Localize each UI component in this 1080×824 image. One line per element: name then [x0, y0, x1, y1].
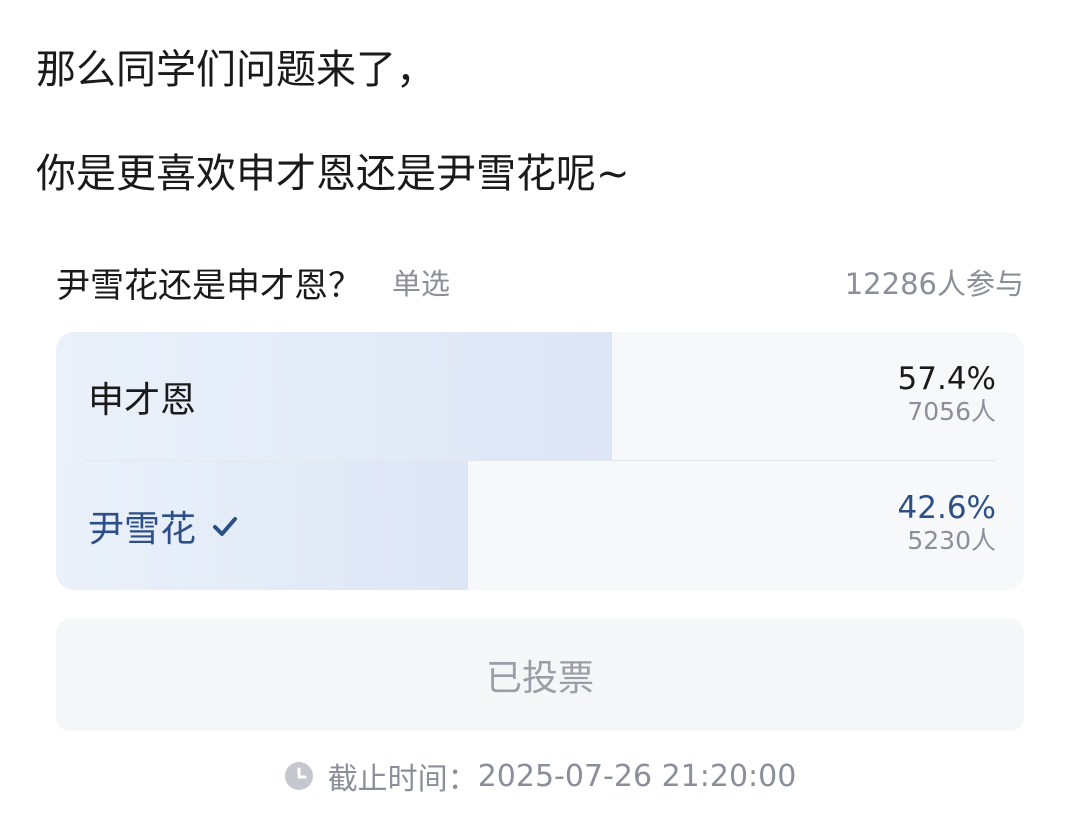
poll-options: 申才恩 57.4% 7056人 尹雪花 42.6% 5230人	[56, 332, 1024, 590]
option-votes: 7056人	[907, 397, 996, 426]
clock-icon	[284, 762, 313, 790]
option-percent: 57.4%	[897, 361, 996, 397]
deadline-value: 2025-07-26 21:20:00	[477, 758, 797, 794]
poll-deadline: 截止时间： 2025-07-26 21:20:00	[0, 754, 1080, 798]
poll-participants: 12286人参与	[844, 267, 1024, 301]
option-label: 申才恩	[88, 332, 196, 461]
option-percent: 42.6%	[897, 490, 996, 526]
poll-option-shencaien[interactable]: 申才恩 57.4% 7056人	[56, 332, 1024, 461]
option-label-text: 申才恩	[88, 379, 197, 421]
poll-title: 尹雪花还是申才恩？	[56, 265, 362, 306]
option-stats: 57.4% 7056人	[898, 362, 996, 428]
option-stats: 42.6% 5230人	[898, 491, 996, 557]
post-text-line-2: 你是更喜欢申才恩还是尹雪花呢~	[36, 151, 630, 197]
poll-type: 单选	[392, 267, 451, 301]
voted-button[interactable]: 已投票	[56, 619, 1024, 731]
option-label-text: 尹雪花	[88, 508, 197, 550]
poll-header: 尹雪花还是申才恩？ 单选 12286人参与	[56, 258, 1024, 306]
poll-option-yinxuehua[interactable]: 尹雪花 42.6% 5230人	[56, 461, 1024, 590]
option-votes: 5230人	[907, 526, 996, 555]
post-text-line-1: 那么同学们问题来了，	[36, 47, 436, 93]
check-icon	[213, 516, 238, 536]
option-label: 尹雪花	[88, 461, 240, 590]
deadline-label: 截止时间：	[327, 762, 478, 797]
